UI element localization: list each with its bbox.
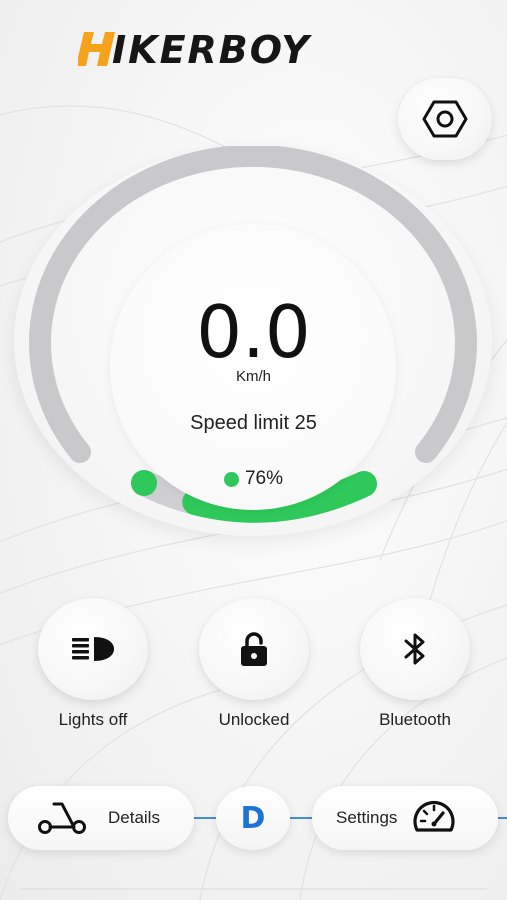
lock-label: Unlocked <box>218 710 290 729</box>
speed-limit-label: Speed limit 25 <box>190 412 317 434</box>
lights-toggle-button[interactable] <box>38 598 148 700</box>
speed-unit: Km/h <box>235 368 271 385</box>
lights-label: Lights off <box>58 710 128 729</box>
lock-toggle-button[interactable] <box>199 598 309 700</box>
settings-nav-button[interactable]: Settings <box>312 786 498 850</box>
battery-indicator: 76% <box>0 468 507 490</box>
connector-line-right <box>290 817 314 819</box>
connector-line-left <box>194 817 218 819</box>
battery-dot-icon <box>223 471 239 487</box>
settings-label: Settings <box>336 808 398 827</box>
scooter-icon <box>38 802 86 834</box>
gear-mode-value: D <box>240 800 266 836</box>
details-label: Details <box>108 808 160 827</box>
bluetooth-button[interactable] <box>360 598 470 700</box>
speed-value: 0.0 <box>196 290 311 374</box>
speedometer-settings-icon <box>413 800 455 832</box>
bluetooth-label: Bluetooth <box>379 710 451 729</box>
headlight-icon <box>72 637 114 661</box>
gear-mode-button[interactable]: D <box>216 786 290 850</box>
brand-name: IKERBOY <box>112 28 311 72</box>
padlock-icon <box>241 632 267 666</box>
details-button[interactable]: Details <box>8 786 194 850</box>
bottom-divider <box>20 888 487 890</box>
bluetooth-icon <box>404 633 425 665</box>
brand-logo: IKERBOY <box>78 28 430 72</box>
hexagon-settings-icon <box>422 100 468 138</box>
battery-percent: 76% <box>244 468 284 489</box>
